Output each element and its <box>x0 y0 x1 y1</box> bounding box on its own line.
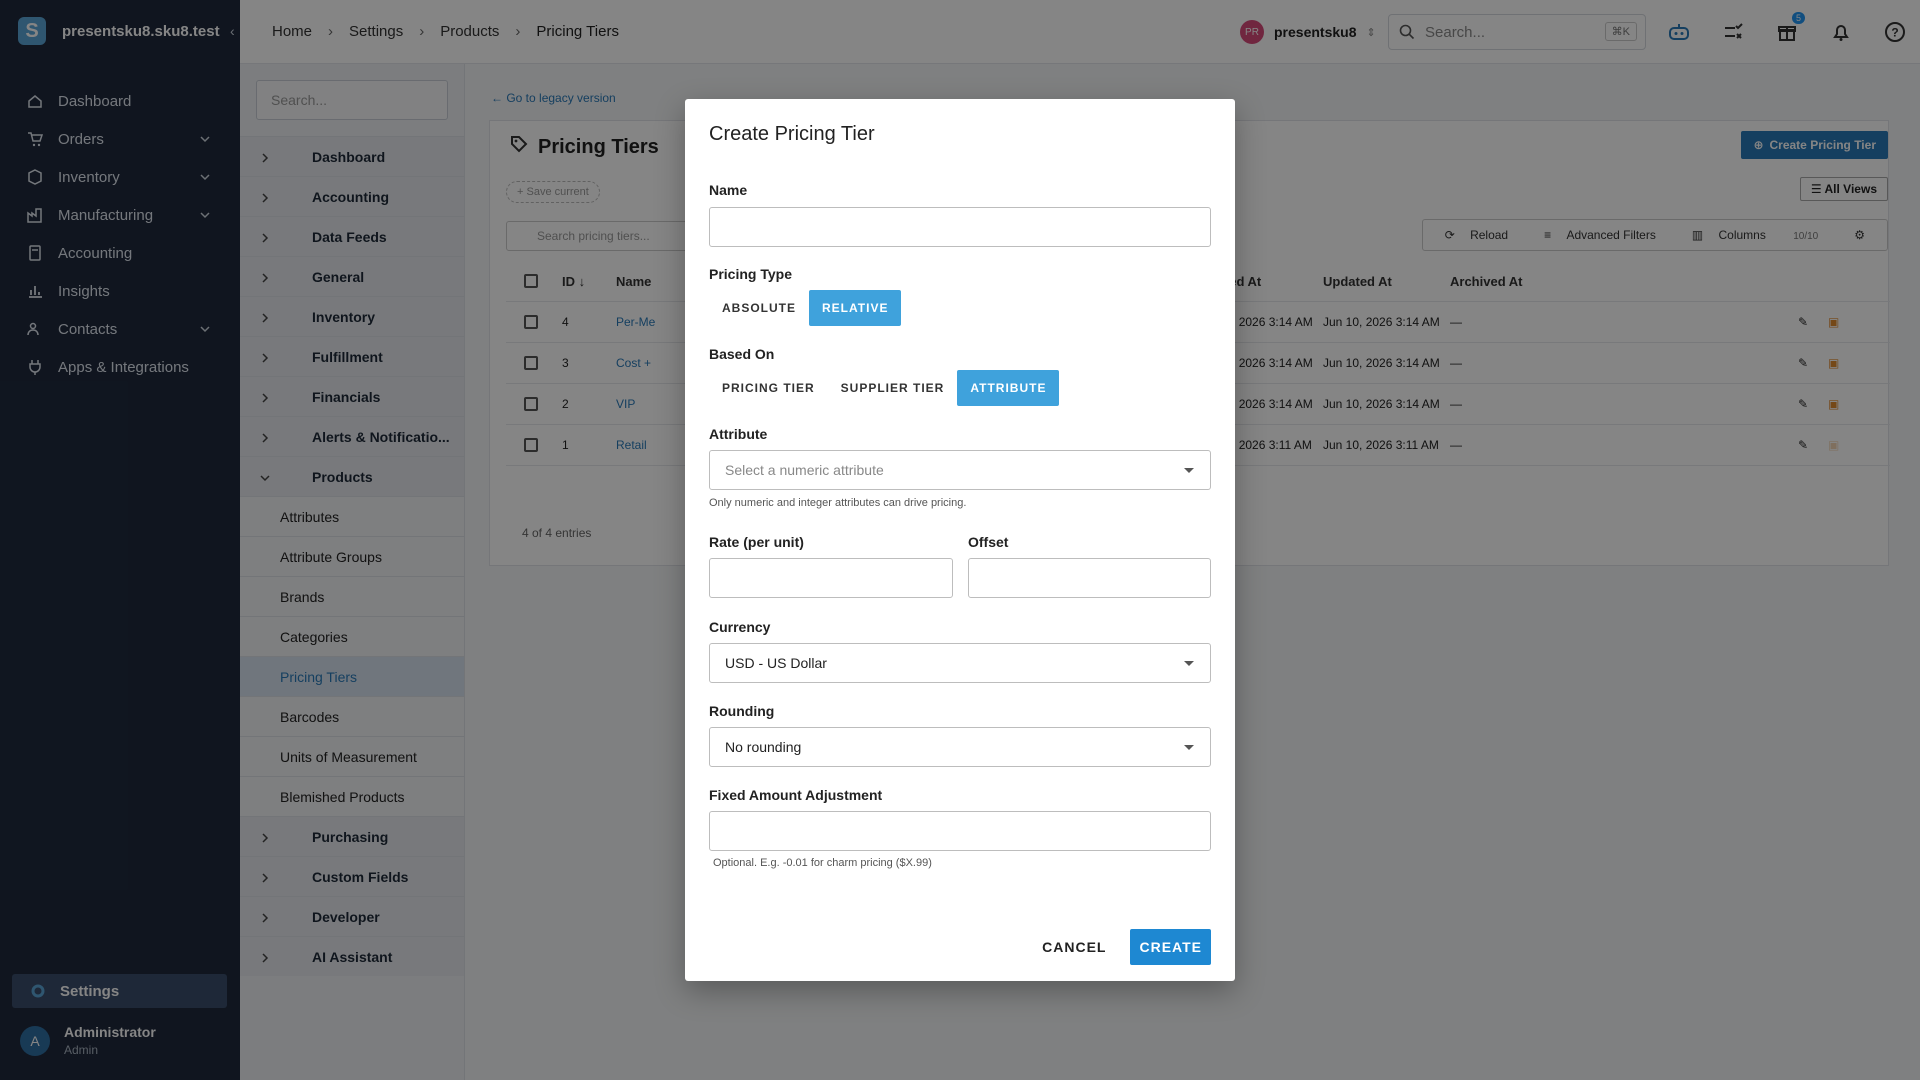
currency-label: Currency <box>709 619 771 635</box>
fixed-adjustment-label: Fixed Amount Adjustment <box>709 787 883 803</box>
currency-select[interactable]: USD - US Dollar <box>709 643 1211 683</box>
name-input[interactable] <box>709 207 1211 247</box>
pricing-type-toggle: ABSOLUTE RELATIVE <box>709 290 902 326</box>
based-option-pricing-tier[interactable]: PRICING TIER <box>709 370 828 406</box>
dialog-actions: CANCEL CREATE <box>1034 929 1211 965</box>
attribute-placeholder: Select a numeric attribute <box>725 462 884 478</box>
rate-input[interactable] <box>709 558 953 598</box>
attribute-label: Attribute <box>709 426 768 442</box>
fixed-adjustment-hint: Optional. E.g. -0.01 for charm pricing (… <box>713 857 932 869</box>
rounding-value: No rounding <box>725 739 802 755</box>
name-label: Name <box>709 182 748 198</box>
based-on-toggle: PRICING TIER SUPPLIER TIER ATTRIBUTE <box>709 370 1060 406</box>
attribute-select[interactable]: Select a numeric attribute <box>709 450 1211 490</box>
offset-input[interactable] <box>968 558 1211 598</box>
offset-label: Offset <box>968 534 1009 550</box>
pricing-type-label: Pricing Type <box>709 266 792 282</box>
type-option-absolute[interactable]: ABSOLUTE <box>709 290 809 326</box>
caret-down-icon <box>1184 468 1194 473</box>
create-pricing-tier-dialog: Create Pricing Tier Name Pricing Type AB… <box>685 99 1235 981</box>
attribute-hint: Only numeric and integer attributes can … <box>709 497 967 509</box>
currency-value: USD - US Dollar <box>725 655 827 671</box>
based-on-label: Based On <box>709 346 775 362</box>
caret-down-icon <box>1184 661 1194 666</box>
rate-label: Rate (per unit) <box>709 534 804 550</box>
fixed-adjustment-input[interactable] <box>709 811 1211 851</box>
cancel-button[interactable]: CANCEL <box>1034 931 1114 963</box>
create-button[interactable]: CREATE <box>1130 929 1211 965</box>
dialog-title: Create Pricing Tier <box>709 123 875 145</box>
based-option-supplier-tier[interactable]: SUPPLIER TIER <box>828 370 958 406</box>
based-option-attribute[interactable]: ATTRIBUTE <box>957 370 1060 406</box>
caret-down-icon <box>1184 745 1194 750</box>
type-option-relative[interactable]: RELATIVE <box>809 290 902 326</box>
rounding-label: Rounding <box>709 703 775 719</box>
rounding-select[interactable]: No rounding <box>709 727 1211 767</box>
